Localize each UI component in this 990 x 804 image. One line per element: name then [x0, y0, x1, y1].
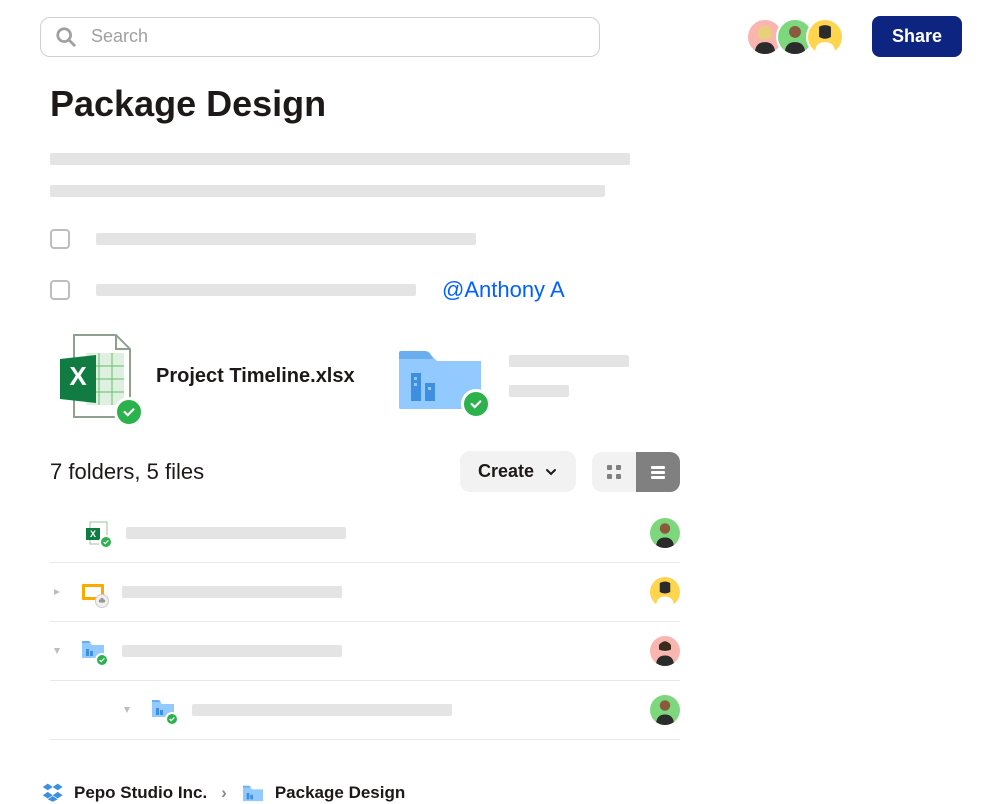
create-button-label: Create [478, 461, 534, 482]
disclosure-triangle[interactable] [120, 703, 134, 717]
folder-text-placeholder [509, 355, 629, 397]
svg-text:X: X [90, 529, 96, 539]
collaborator-avatars[interactable] [746, 18, 844, 56]
list-view-button[interactable] [636, 452, 680, 492]
search-icon [55, 26, 77, 48]
synced-badge-icon [99, 535, 113, 549]
attachment-label: Project Timeline.xlsx [156, 365, 355, 388]
grid-view-button[interactable] [592, 452, 636, 492]
avatar[interactable] [806, 18, 844, 56]
synced-badge-icon [165, 712, 179, 726]
breadcrumb-label: Package Design [275, 783, 405, 803]
page-title: Package Design [50, 83, 680, 125]
synced-badge-icon [461, 389, 491, 419]
description-placeholder [50, 153, 680, 197]
file-row[interactable] [50, 563, 680, 622]
file-name-placeholder [192, 704, 452, 716]
folder-icon [241, 783, 265, 803]
task-row[interactable]: @Anthony A [50, 277, 680, 303]
search-bar[interactable] [40, 17, 600, 57]
folder-icon [395, 339, 485, 413]
checkbox[interactable] [50, 280, 70, 300]
task-text-placeholder [96, 284, 416, 296]
disclosure-triangle[interactable] [50, 644, 64, 658]
owner-avatar[interactable] [650, 577, 680, 607]
task-row[interactable] [50, 229, 680, 249]
task-text-placeholder [96, 233, 476, 245]
search-input[interactable] [91, 26, 585, 47]
share-button[interactable]: Share [872, 16, 962, 57]
breadcrumb: Pepo Studio Inc. › Package Design [0, 740, 990, 804]
file-row[interactable] [50, 622, 680, 681]
file-name-placeholder [122, 586, 342, 598]
excel-file-icon: X [56, 331, 138, 421]
attachment-excel[interactable]: X Project Timeline.xlsx [56, 331, 355, 421]
breadcrumb-current[interactable]: Package Design [241, 783, 405, 803]
create-button[interactable]: Create [460, 451, 576, 492]
file-name-placeholder [126, 527, 346, 539]
cloud-badge-icon [95, 594, 109, 608]
attachment-folder[interactable] [395, 339, 629, 413]
excel-file-icon: X [84, 520, 110, 546]
owner-avatar[interactable] [650, 636, 680, 666]
chevron-right-icon: › [221, 783, 227, 803]
user-mention[interactable]: @Anthony A [442, 277, 565, 303]
view-toggle [592, 452, 680, 492]
item-count: 7 folders, 5 files [50, 459, 444, 485]
file-row[interactable] [50, 681, 680, 740]
file-name-placeholder [122, 645, 342, 657]
svg-text:X: X [69, 361, 87, 391]
dropbox-icon [42, 782, 64, 804]
slides-file-icon [80, 579, 106, 605]
folder-icon [150, 697, 176, 723]
owner-avatar[interactable] [650, 695, 680, 725]
owner-avatar[interactable] [650, 518, 680, 548]
breadcrumb-label: Pepo Studio Inc. [74, 783, 207, 803]
synced-badge-icon [95, 653, 109, 667]
checkbox[interactable] [50, 229, 70, 249]
synced-badge-icon [114, 397, 144, 427]
file-row[interactable]: X [50, 504, 680, 563]
breadcrumb-root[interactable]: Pepo Studio Inc. [42, 782, 207, 804]
disclosure-triangle[interactable] [50, 585, 64, 599]
folder-icon [80, 638, 106, 664]
chevron-down-icon [544, 465, 558, 479]
